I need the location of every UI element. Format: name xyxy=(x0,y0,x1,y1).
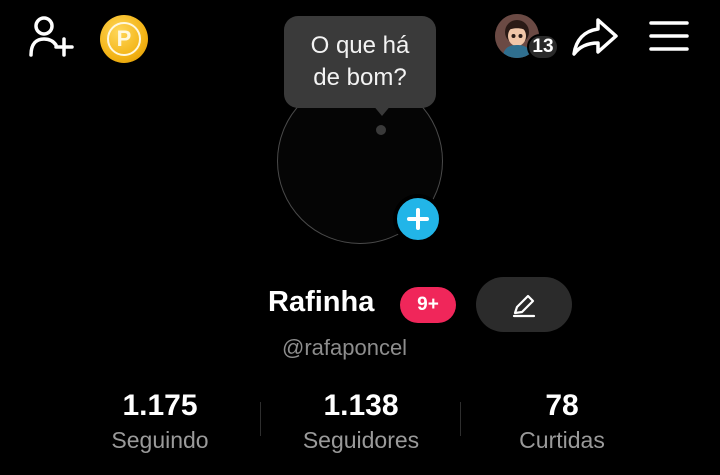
stat-label: Curtidas xyxy=(519,427,605,453)
stat-divider xyxy=(260,402,261,436)
plus-icon xyxy=(407,208,429,230)
stat-divider xyxy=(460,402,461,436)
coin-icon: P xyxy=(107,22,141,56)
stat-following[interactable]: 1.175 Seguindo xyxy=(75,388,245,455)
status-bubble-line1: O que há xyxy=(310,32,410,59)
stat-followers[interactable]: 1.138 Seguidores xyxy=(276,388,446,455)
notification-badge: 9+ xyxy=(400,287,456,323)
add-user-icon xyxy=(29,16,74,57)
edit-profile-button[interactable] xyxy=(476,277,572,332)
stat-likes[interactable]: 78 Curtidas xyxy=(477,388,647,455)
stat-value: 78 xyxy=(545,389,579,422)
coins-button[interactable]: P xyxy=(100,15,148,63)
menu-button[interactable] xyxy=(648,18,690,54)
add-photo-button[interactable] xyxy=(393,194,443,244)
hamburger-menu-icon xyxy=(649,21,689,51)
profile-handle: @rafaponcel xyxy=(282,335,408,360)
stat-value: 1.175 xyxy=(122,389,198,422)
stat-value: 1.138 xyxy=(323,389,399,422)
bubble-dot xyxy=(376,125,386,135)
stat-label: Seguidores xyxy=(302,427,420,453)
stat-label: Seguindo xyxy=(111,427,209,453)
story-count-badge: 13 xyxy=(527,34,559,60)
add-friend-button[interactable] xyxy=(26,14,78,60)
status-bubble[interactable]: O que há de bom? xyxy=(284,16,436,108)
share-button[interactable] xyxy=(571,16,619,58)
profile-name: Rafinha xyxy=(268,286,375,318)
pencil-icon xyxy=(512,294,536,317)
share-icon xyxy=(572,18,618,56)
status-bubble-line2: de bom? xyxy=(313,64,407,91)
